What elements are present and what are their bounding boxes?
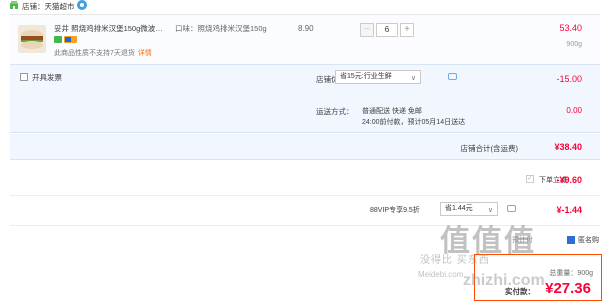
direct-discount-checkbox[interactable] — [526, 174, 534, 183]
card-badge-icon — [65, 37, 71, 42]
total-weight: 总重量：900g — [549, 270, 593, 277]
no-return-note: 此商品性质不支持7天退货 详情 — [54, 48, 152, 58]
message-icon[interactable] — [507, 205, 516, 212]
shop-icon — [10, 1, 18, 9]
watermark-domain: zhizhi.com — [463, 272, 545, 289]
message-icon[interactable] — [448, 73, 457, 80]
shipping-method: 普通配送 快递 免邮 — [362, 108, 422, 115]
vip-select[interactable]: 省1.44元 ∨ — [440, 202, 498, 216]
quantity-input[interactable]: 6 — [376, 23, 398, 37]
invoice-checkbox[interactable] — [20, 73, 28, 81]
anonymous-label: 匿名购 — [578, 237, 599, 244]
item-weight: 900g — [566, 41, 582, 48]
guarantee-badge-icon — [54, 36, 62, 43]
product-title[interactable]: 妥井 照烧鸡排米汉堡150g微波… — [54, 23, 163, 34]
chevron-down-icon: ∨ — [410, 75, 416, 82]
product-thumbnail[interactable] — [18, 25, 46, 53]
direct-discount-value: -¥9.60 — [556, 175, 582, 185]
product-flavor: 口味：照烧鸡排米汉堡150g — [175, 24, 267, 33]
shop-promo-select[interactable]: 省15元:行业生鲜 ∨ — [335, 70, 421, 84]
vip-label: 88VIP专享9.5折 — [370, 207, 420, 214]
shop-total-value: ¥38.40 — [554, 142, 582, 152]
anonymous-checkbox[interactable] — [567, 236, 575, 244]
detail-link[interactable]: 详情 — [138, 50, 152, 57]
item-subtotal: 53.40 — [559, 23, 582, 33]
invoice-label: 开具发票 — [32, 73, 62, 82]
increase-button[interactable]: + — [400, 23, 414, 37]
shop-total-row: 店铺合计(含运费) ¥38.40 — [10, 134, 600, 160]
decrease-button[interactable]: − — [360, 23, 374, 37]
shop-promo-value: 省15元:行业生鲜 — [340, 73, 392, 80]
delivery-estimate: 24:00前付款，预计05月14日送达 — [362, 119, 466, 126]
shop-header: 店铺：天猫超市 — [0, 0, 610, 13]
shop-services: 开具发票 店铺优惠： 省15元:行业生鲜 ∨ -15.00 运送方式： 普通配送… — [10, 64, 600, 133]
shipping-cost: 0.00 — [566, 106, 582, 115]
cart-item: 妥井 照烧鸡排米汉堡150g微波… 口味：照烧鸡排米汉堡150g 此商品性质不支… — [10, 14, 600, 64]
wangwang-icon[interactable] — [77, 0, 87, 10]
watermark-url: Meidebi.com — [418, 270, 464, 279]
direct-discount-row: 下单立减 -¥9.60 — [10, 160, 600, 195]
shop-discount: -15.00 — [556, 74, 582, 84]
no-return-text: 此商品性质不支持7天退货 — [54, 50, 135, 57]
vip-discount-value: ¥-1.44 — [556, 205, 582, 215]
shop-total-label: 店铺合计(含运费) — [460, 144, 519, 153]
shipping-label: 运送方式： — [316, 107, 354, 116]
watermark-slogan: 没得比 买东西 — [420, 255, 490, 266]
total-amount: ¥27.36 — [545, 280, 591, 297]
shop-name[interactable]: 店铺：天猫超市 — [22, 1, 75, 12]
vip-select-value: 省1.44元 — [445, 205, 473, 212]
unit-price: 8.90 — [298, 24, 314, 33]
